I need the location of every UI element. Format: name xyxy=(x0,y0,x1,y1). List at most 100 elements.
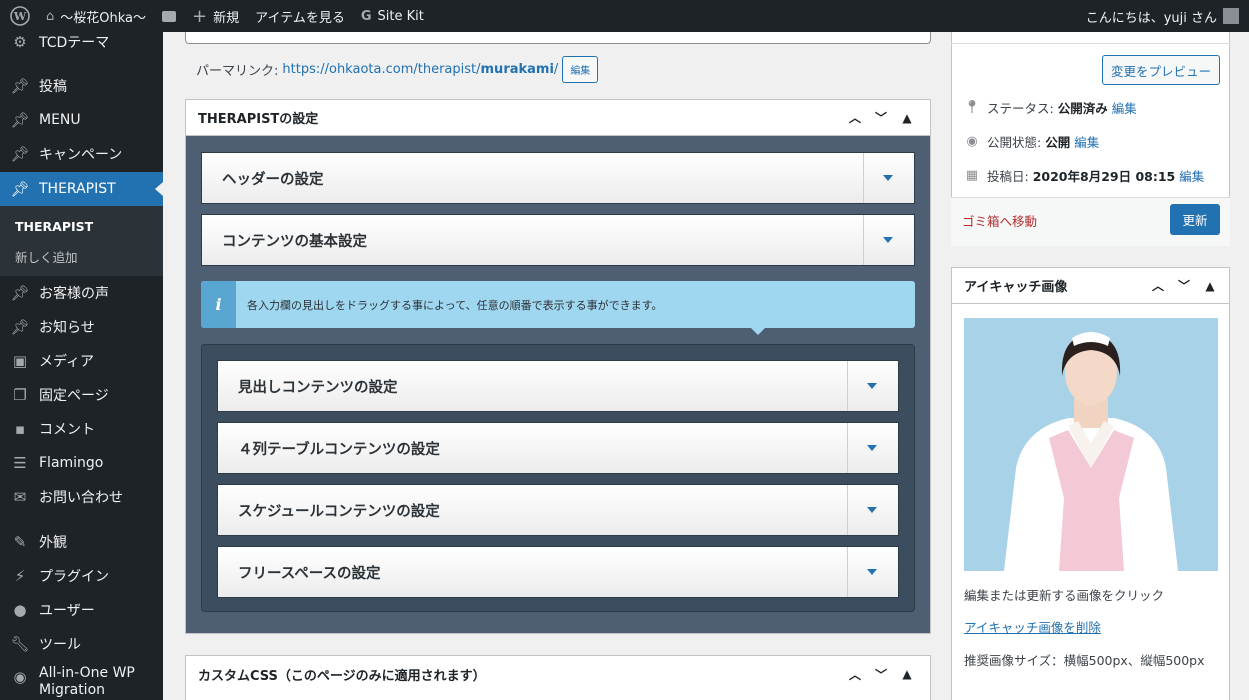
accordion-divider xyxy=(847,485,848,535)
sidebar-item-label: THERAPIST xyxy=(39,181,116,197)
sidebar-item-label: 投稿 xyxy=(39,79,67,95)
sidebar-item-label: コメント xyxy=(39,422,95,438)
box-title: カスタムCSS（このページのみに適用されます） xyxy=(198,668,486,684)
site-name: 〜桜花Ohka〜 xyxy=(60,10,147,26)
sidebar-item-plugins[interactable]: ⚡ プラグイン xyxy=(0,559,163,593)
toggle-icon[interactable]: ▲ xyxy=(894,667,920,681)
sidebar-item-label: 外観 xyxy=(39,535,67,551)
sidebar-item-label: メディア xyxy=(39,354,95,370)
move-down-icon[interactable]: ﹀ xyxy=(868,666,894,683)
accordion-divider xyxy=(847,423,848,473)
date-label: 投稿日: xyxy=(987,169,1029,184)
sidebar-item-voice[interactable]: 📌︎ お客様の声 xyxy=(0,276,163,310)
sidebar-item-flamingo[interactable]: ☰ Flamingo xyxy=(0,446,163,480)
sidebar-item-contact[interactable]: ✉ お問い合わせ xyxy=(0,480,163,514)
sidebar-item-media[interactable]: ▣ メディア xyxy=(0,344,163,378)
visibility-row: ◉ 公開状態: 公開 編集 xyxy=(963,132,1099,151)
accordion-header-settings[interactable]: ヘッダーの設定 xyxy=(201,152,915,204)
preview-changes-button[interactable]: 変更をプレビュー xyxy=(1102,55,1220,85)
toggle-icon[interactable]: ▲ xyxy=(1197,279,1223,293)
sidebar-item-appearance[interactable]: ✎ 外観 xyxy=(0,525,163,559)
permalink-edit-button[interactable]: 編集 xyxy=(562,56,599,83)
submenu-therapist[interactable]: THERAPIST xyxy=(15,219,93,234)
update-button[interactable]: 更新 xyxy=(1170,204,1220,235)
remove-featured-image-link[interactable]: アイキャッチ画像を削除 xyxy=(964,617,1101,636)
home-icon: ⌂ xyxy=(46,8,55,24)
box-title: アイキャッチ画像 xyxy=(964,280,1068,295)
wordpress-logo-icon[interactable]: W xyxy=(0,0,38,32)
comments-link[interactable] xyxy=(154,0,184,32)
flamingo-icon: ☰ xyxy=(13,454,27,472)
google-g-icon: G xyxy=(360,8,372,24)
sidebar-item-therapist[interactable]: 📌︎ THERAPIST xyxy=(0,172,163,206)
caret-down-icon[interactable] xyxy=(867,569,877,575)
accordion-divider xyxy=(847,361,848,411)
publish-box-divider xyxy=(951,32,1230,44)
date-edit-link[interactable]: 編集 xyxy=(1179,166,1204,185)
accordion-divider xyxy=(847,547,848,597)
featured-hint: 編集または更新する画像をクリック xyxy=(964,588,1165,603)
sidebar-item-users[interactable]: ● ユーザー xyxy=(0,593,163,627)
site-name-link[interactable]: ⌂ 〜桜花Ohka〜 xyxy=(38,0,154,32)
permalink-label: パーマリンク: xyxy=(196,64,279,79)
toggle-icon[interactable]: ▲ xyxy=(894,111,920,125)
pin-icon: 📌︎ xyxy=(10,318,30,336)
move-up-icon[interactable]: ︿ xyxy=(842,666,868,683)
eye-icon: ◉ xyxy=(966,134,978,149)
sidebar-item-comments[interactable]: ▪ コメント xyxy=(0,412,163,446)
sidebar-item-label-line2: Migration xyxy=(39,682,106,698)
date-value: 2020年8月29日 08:15 xyxy=(1032,169,1176,184)
featured-image-header[interactable]: アイキャッチ画像 ︿ ﹀ ▲ xyxy=(952,268,1229,304)
therapist-settings-header[interactable]: THERAPISTの設定 ︿ ﹀ ▲ xyxy=(186,100,930,136)
pin-icon: 📌︎ xyxy=(10,77,30,95)
caret-down-icon[interactable] xyxy=(867,507,877,513)
view-item-link[interactable]: アイテムを見る xyxy=(247,0,353,32)
move-to-trash-link[interactable]: ゴミ箱へ移動 xyxy=(962,211,1037,230)
accordion-divider xyxy=(863,215,864,265)
sidebar-item-posts[interactable]: 📌︎ 投稿 xyxy=(0,69,163,103)
sidebar-item-pages[interactable]: ❐ 固定ページ xyxy=(0,378,163,412)
sidebar-item-label-line1: All-in-One WP xyxy=(39,665,135,681)
move-up-icon[interactable]: ︿ xyxy=(1145,277,1171,294)
visibility-edit-link[interactable]: 編集 xyxy=(1074,132,1099,151)
permalink-url-prefix: https://ohkaota.com/therapist/ xyxy=(282,62,481,77)
sidebar-item-label: TCDテーマ xyxy=(39,35,110,51)
accordion-heading-content[interactable]: 見出しコンテンツの設定 xyxy=(217,360,899,412)
sidebar-item-campaign[interactable]: 📌︎ キャンペーン xyxy=(0,137,163,171)
status-label: ステータス: xyxy=(987,101,1054,116)
move-down-icon[interactable]: ﹀ xyxy=(868,109,894,126)
featured-image[interactable] xyxy=(964,318,1218,571)
user-icon: ● xyxy=(13,601,27,619)
caret-down-icon[interactable] xyxy=(883,237,893,243)
custom-css-header[interactable]: カスタムCSS（このページのみに適用されます） ︿ ﹀ ▲ xyxy=(186,656,930,692)
accordion-basic-settings[interactable]: コンテンツの基本設定 xyxy=(201,214,915,266)
pin-icon: 📌︎ xyxy=(10,180,30,198)
move-down-icon[interactable]: ﹀ xyxy=(1171,277,1197,294)
accordion-schedule-content[interactable]: スケジュールコンテンツの設定 xyxy=(217,484,899,536)
permalink-url[interactable]: https://ohkaota.com/therapist/murakami/ xyxy=(282,62,558,77)
wrench-icon: 🔧︎ xyxy=(10,635,30,653)
svg-text:W: W xyxy=(13,10,27,23)
accordion-table-content[interactable]: ４列テーブルコンテンツの設定 xyxy=(217,422,899,474)
new-content-link[interactable]: + 新規 xyxy=(184,0,247,32)
sidebar-item-label: キャンペーン xyxy=(39,147,123,163)
caret-down-icon[interactable] xyxy=(867,445,877,451)
caret-down-icon[interactable] xyxy=(883,175,893,181)
plus-icon: + xyxy=(192,5,208,27)
sidebar-item-menu[interactable]: 📌︎ MENU xyxy=(0,103,163,137)
admin-sidebar: ⚙ TCDテーマ 📌︎ 投稿 📌︎ MENU 📌︎ キャンペーン 📌︎ THERAPIST… xyxy=(0,32,163,700)
submenu-add-new[interactable]: 新しく追加 xyxy=(15,247,78,266)
sidebar-item-migration[interactable]: ◉ All-in-One WP Migration xyxy=(0,665,163,700)
move-up-icon[interactable]: ︿ xyxy=(842,109,868,126)
caret-down-icon[interactable] xyxy=(867,383,877,389)
status-edit-link[interactable]: 編集 xyxy=(1112,98,1137,117)
sidebar-item-news[interactable]: 📌︎ お知らせ xyxy=(0,310,163,344)
sidebar-item-tcd[interactable]: ⚙ TCDテーマ xyxy=(0,32,163,59)
accordion-label: ヘッダーの設定 xyxy=(222,171,324,188)
my-account-link[interactable]: こんにちは、yuji さん xyxy=(1078,0,1249,32)
comment-icon xyxy=(162,10,177,22)
sidebar-item-tools[interactable]: 🔧︎ ツール xyxy=(0,627,163,661)
nurse-photo xyxy=(964,318,1218,571)
accordion-freespace[interactable]: フリースペースの設定 xyxy=(217,546,899,598)
site-kit-link[interactable]: G Site Kit xyxy=(353,0,432,32)
